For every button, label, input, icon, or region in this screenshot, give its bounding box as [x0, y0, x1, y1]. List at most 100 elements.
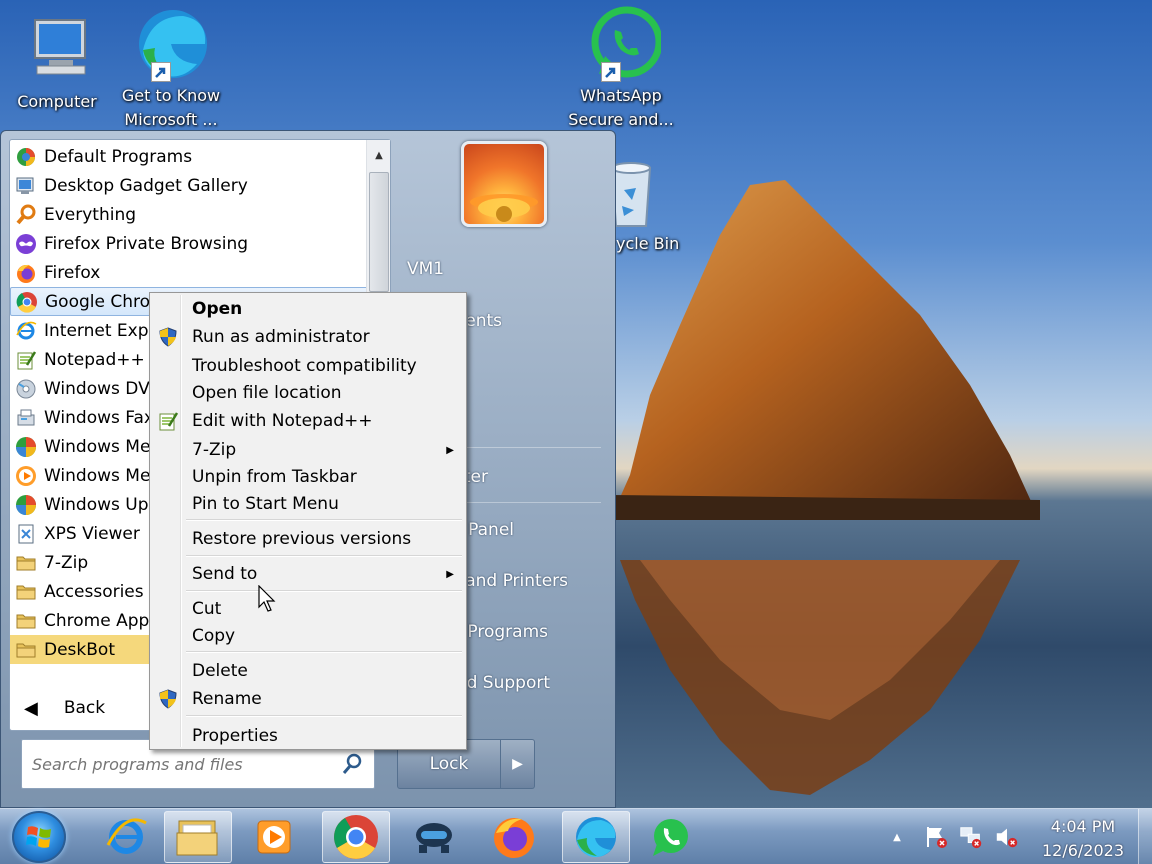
default-programs-link[interactable]: Default Programs	[468, 622, 548, 642]
internet-explorer-icon	[106, 818, 147, 854]
scroll-thumb[interactable]	[369, 172, 389, 292]
computer-icon	[17, 10, 97, 90]
taskbar-firefox[interactable]	[480, 811, 548, 863]
program-label: 7-Zip	[44, 552, 89, 573]
program-label: DeskBot	[44, 639, 115, 660]
program-label: Chrome Apps	[44, 610, 159, 631]
flag-warning-icon	[927, 827, 947, 848]
everything-search-icon	[14, 203, 38, 227]
taskbar-file-explorer[interactable]	[164, 811, 232, 863]
desktop-icon-get-to-know-edge[interactable]: Get to Know Microsoft ...	[116, 4, 226, 132]
program-item[interactable]: Everything	[10, 200, 368, 229]
menu-separator	[186, 590, 462, 592]
desktop-icon-label: WhatsApp Secure and...	[568, 86, 674, 129]
submenu-arrow-icon: ▶	[446, 568, 454, 580]
program-label: Firefox	[44, 262, 101, 283]
menu-separator	[186, 555, 462, 557]
system-clock[interactable]: 4:04 PM 12/6/2023	[1030, 815, 1136, 863]
shutdown-options-button[interactable]: ▶	[501, 739, 535, 789]
context-menu-item[interactable]: 7-Zip ▶	[152, 437, 464, 463]
whatsapp-icon	[653, 819, 688, 856]
back-arrow-icon: ◀	[24, 697, 38, 719]
desktop-icon-whatsapp[interactable]: WhatsApp Secure and...	[566, 4, 676, 132]
context-menu-item[interactable]: Open	[152, 296, 464, 322]
context-menu-item[interactable]: Cut	[152, 596, 464, 622]
back-button[interactable]: ◀ Back	[10, 688, 160, 728]
context-menu-item[interactable]: Open file location	[152, 380, 464, 406]
context-menu-item[interactable]: Pin to Start Menu	[152, 491, 464, 517]
context-menu-item[interactable]: Rename	[152, 686, 464, 712]
menu-separator	[186, 519, 462, 521]
context-menu-item[interactable]: Delete	[152, 658, 464, 684]
tray-action-center[interactable]	[924, 825, 950, 849]
scroll-up-button[interactable]: ▲	[369, 142, 389, 168]
control-panel-link[interactable]: Control Panel	[468, 520, 514, 540]
program-item[interactable]: Desktop Gadget Gallery	[10, 171, 368, 200]
context-menu-label: Cut	[192, 599, 222, 619]
menu-separator	[186, 651, 462, 653]
context-menu-item[interactable]: Copy	[152, 623, 464, 649]
user-account-picture[interactable]	[461, 141, 547, 227]
start-button[interactable]	[12, 811, 66, 863]
folder-icon	[14, 638, 38, 662]
taskbar-media-player[interactable]	[240, 811, 308, 863]
context-menu-item[interactable]: Restore previous versions	[152, 526, 464, 552]
taskbar-deskbot[interactable]	[400, 811, 468, 863]
tray-volume[interactable]	[994, 825, 1020, 849]
program-item[interactable]: Firefox	[10, 258, 368, 287]
computer-link[interactable]: Computer	[468, 467, 488, 487]
folder-icon	[176, 820, 218, 856]
desktop-icon-computer[interactable]: Computer	[2, 10, 112, 114]
context-menu-item[interactable]: Run as administrator	[152, 324, 464, 350]
edge-icon	[131, 4, 211, 84]
media-center-icon	[14, 435, 38, 459]
menu-separator	[186, 715, 462, 717]
shortcut-arrow-icon	[601, 62, 621, 82]
taskbar-whatsapp[interactable]	[636, 811, 704, 863]
deskbot-icon	[416, 823, 452, 853]
desktop-icon-label: Computer	[17, 92, 97, 111]
firefox-private-icon	[14, 232, 38, 256]
context-menu-label: Delete	[192, 661, 248, 681]
shortcut-arrow-icon	[151, 62, 171, 82]
help-support-link[interactable]: Help and Support	[468, 673, 550, 693]
lock-label: Lock	[429, 754, 469, 774]
program-label: Everything	[44, 204, 137, 225]
context-menu-item[interactable]: Send to ▶	[152, 561, 464, 587]
desktop-icon-label: Get to Know Microsoft ...	[121, 86, 221, 129]
show-desktop-button[interactable]	[1138, 809, 1152, 864]
chevron-up-icon: ▲	[893, 831, 901, 843]
user-name-link[interactable]: VM1	[407, 259, 444, 279]
program-label: Desktop Gadget Gallery	[44, 175, 248, 196]
taskbar-internet-explorer[interactable]	[92, 811, 160, 863]
devices-printers-link[interactable]: Devices and Printers	[468, 571, 568, 591]
firefox-icon	[494, 818, 534, 858]
taskbar: ▲ 4:04 PM 12/6/2023	[0, 808, 1152, 864]
context-menu-item[interactable]: Unpin from Taskbar	[152, 464, 464, 490]
context-menu-item[interactable]: Edit with Notepad++	[152, 408, 464, 434]
taskbar-chrome[interactable]	[322, 811, 390, 863]
firefox-icon	[14, 261, 38, 285]
xps-viewer-icon	[14, 522, 38, 546]
dvd-maker-icon	[14, 377, 38, 401]
search-input[interactable]	[32, 754, 332, 774]
edge-icon	[576, 817, 616, 858]
context-menu-item[interactable]: Troubleshoot compatibility	[152, 353, 464, 379]
context-menu-item[interactable]: Properties	[152, 723, 464, 749]
shield-icon	[156, 325, 180, 349]
context-menu: Open Run as administrator Troubleshoot com…	[149, 292, 467, 750]
internet-explorer-icon	[14, 319, 38, 343]
water-reflection-image	[620, 560, 1020, 795]
show-hidden-icons-button[interactable]: ▲	[884, 825, 910, 849]
context-menu-label: Troubleshoot compatibility	[192, 356, 417, 376]
tray-network[interactable]	[958, 825, 984, 849]
program-item[interactable]: Firefox Private Browsing	[10, 229, 368, 258]
program-item[interactable]: Default Programs	[10, 142, 368, 171]
context-menu-label: Rename	[192, 689, 262, 709]
program-label: Default Programs	[44, 146, 193, 167]
documents-link[interactable]: Documents	[468, 311, 502, 331]
search-icon	[342, 752, 364, 780]
network-disconnected-icon	[960, 827, 982, 849]
documents-label: Documents	[468, 311, 502, 331]
taskbar-edge[interactable]	[562, 811, 630, 863]
